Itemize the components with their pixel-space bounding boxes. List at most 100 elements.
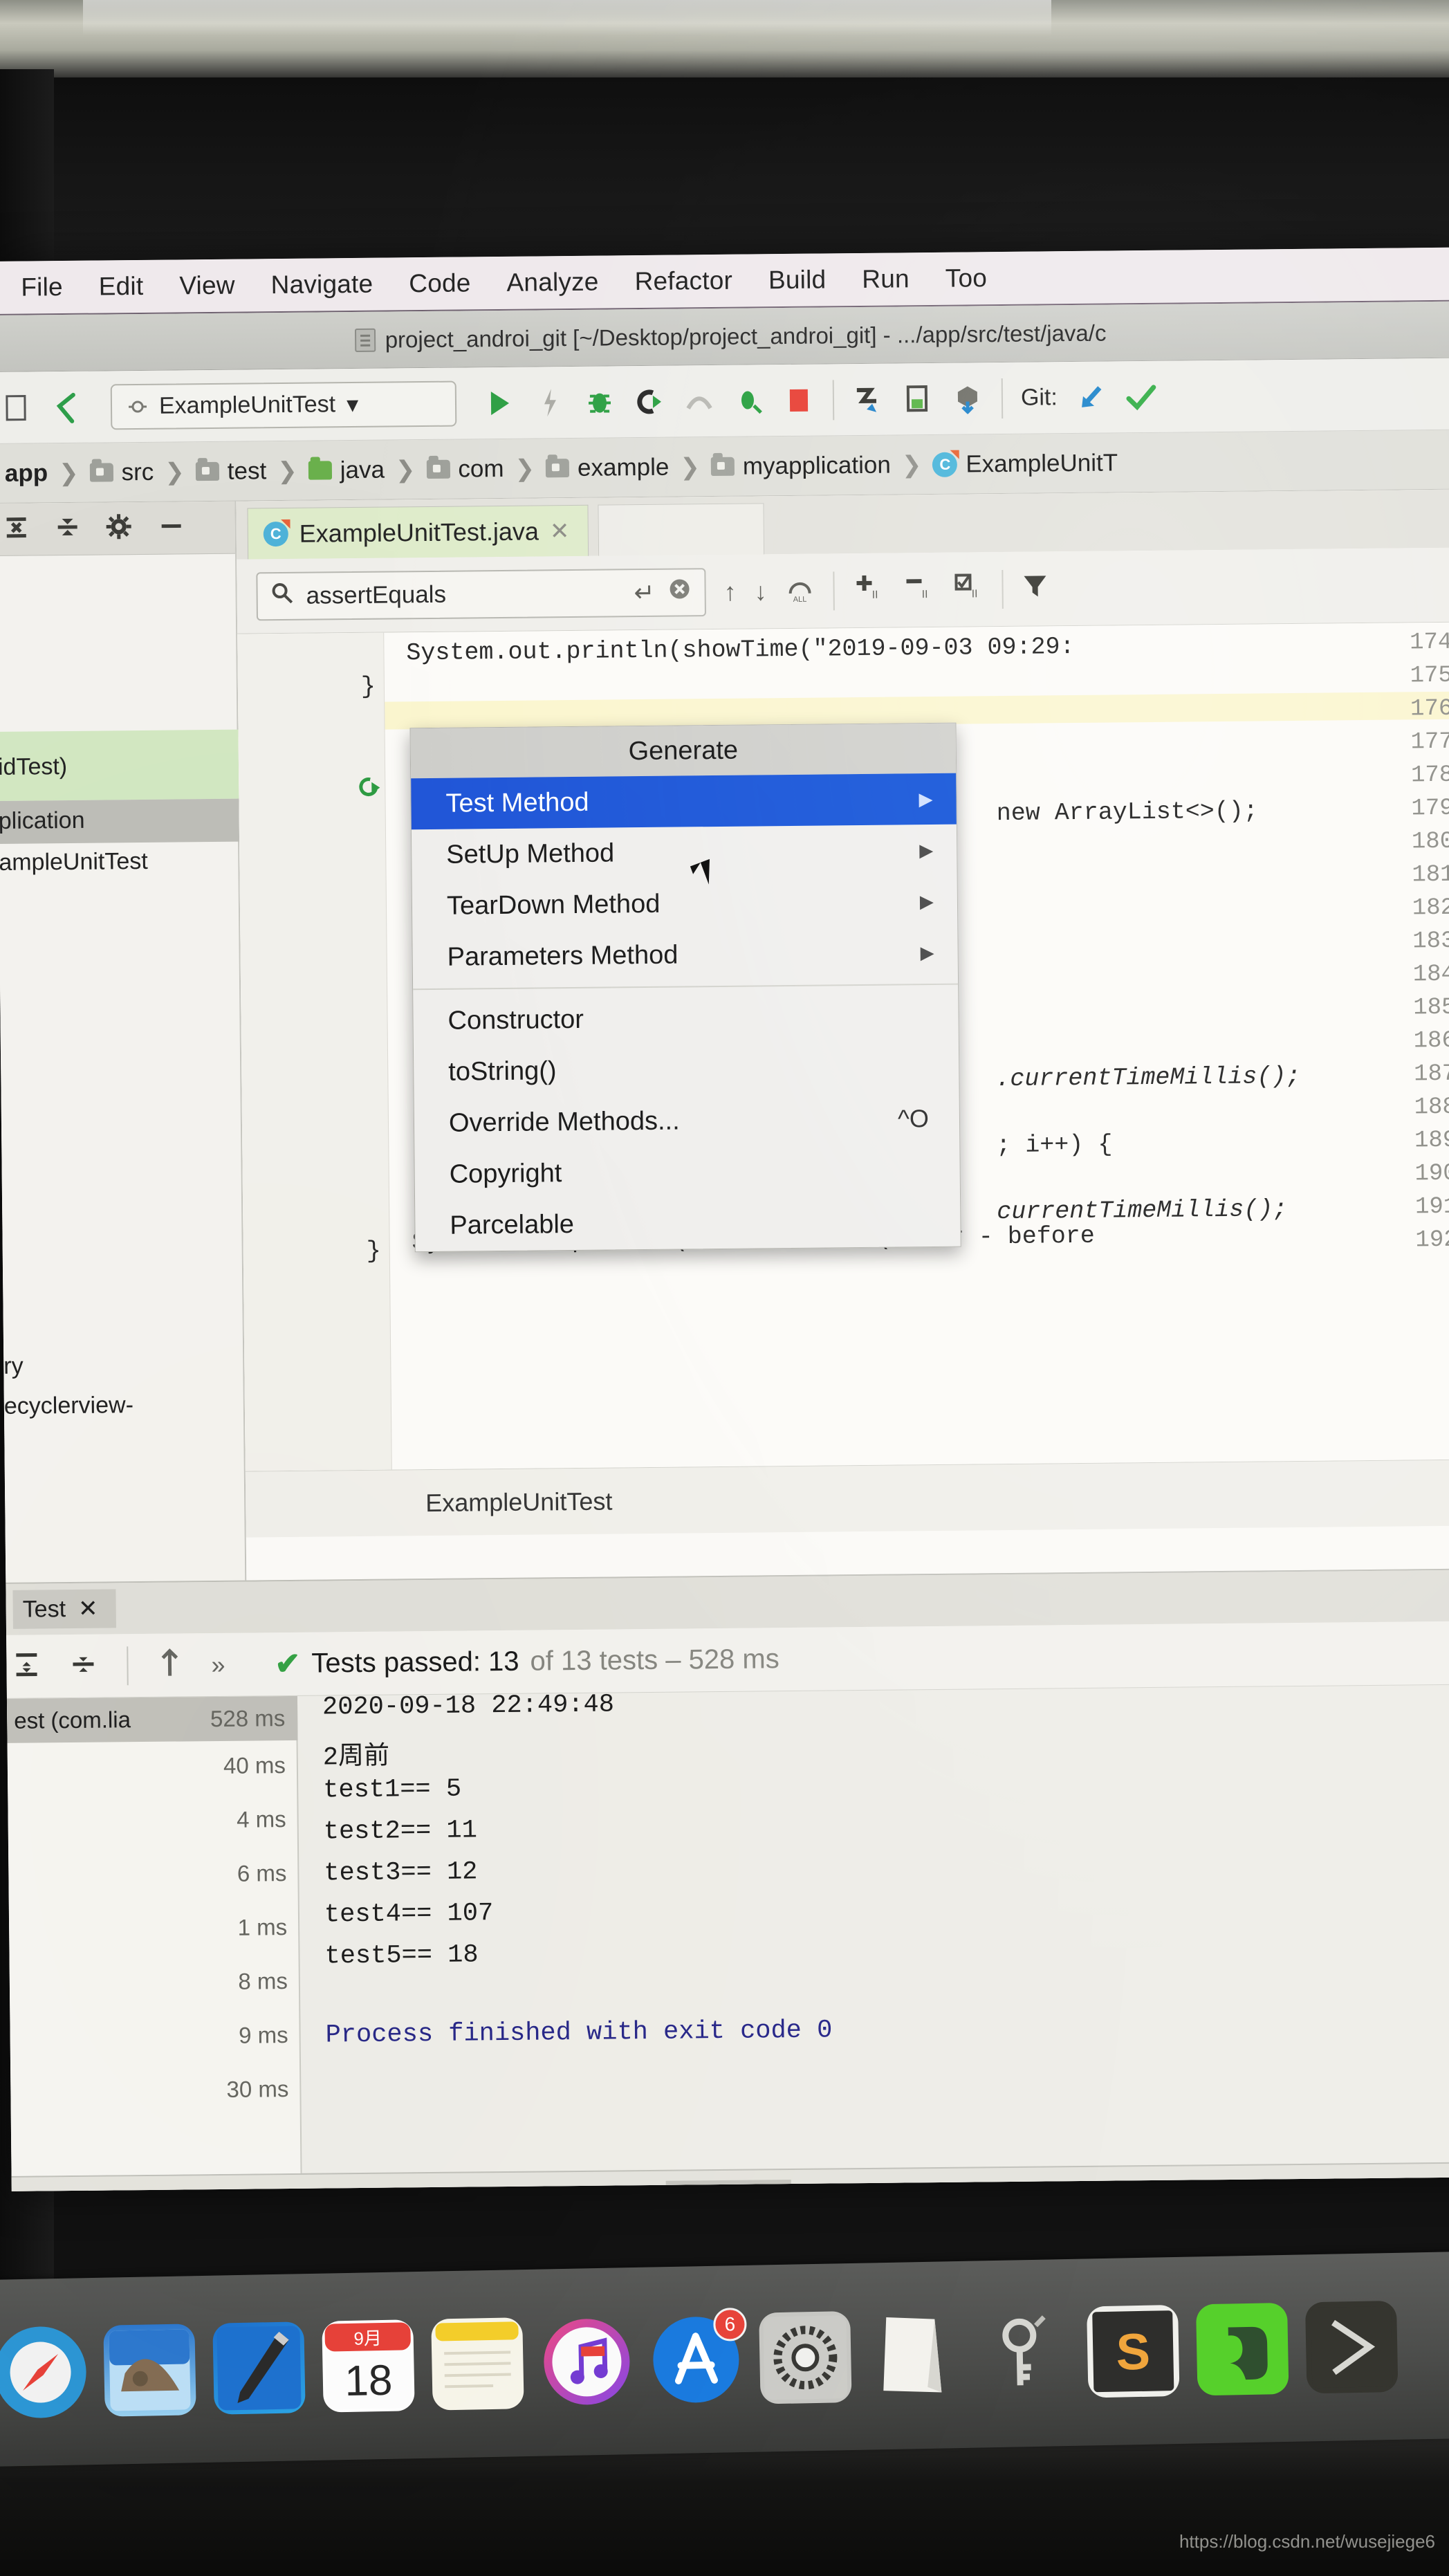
test-tree-row[interactable]: 8 ms (10, 1959, 301, 2006)
search-input[interactable]: assertEquals ↵ (256, 567, 706, 620)
menu-item-file[interactable]: File (21, 273, 63, 302)
avd-manager-icon[interactable] (902, 383, 934, 414)
menu-item-tostring[interactable]: toString() (414, 1042, 959, 1098)
line-number: 190 (1414, 1160, 1449, 1188)
breadcrumb-item-com[interactable]: com (421, 454, 510, 483)
tool-button-terminal[interactable]: Terminal (329, 2183, 476, 2191)
editor-tab-exampleunittest[interactable]: C ExampleUnitTest.java ✕ (247, 504, 589, 560)
menu-item-constructor[interactable]: Constructor (413, 991, 959, 1047)
dock-icon-photos[interactable] (103, 2324, 196, 2417)
test-tree-row[interactable]: 4 ms (8, 1797, 299, 1844)
apply-changes-icon[interactable] (534, 387, 566, 418)
breadcrumb-item-test[interactable]: test (190, 457, 273, 486)
stop-icon[interactable] (783, 384, 815, 416)
menu-item-copyright[interactable]: Copyright (414, 1144, 960, 1201)
dock-icon-evernote[interactable] (1196, 2302, 1289, 2396)
remove-occurrence-icon[interactable]: II (902, 571, 934, 608)
dock-icon-sublime-text[interactable]: S (1087, 2304, 1180, 2398)
open-file-icon[interactable] (1, 392, 33, 423)
menu-item-test-method[interactable]: Test Method ▶ (411, 773, 957, 830)
select-all-occurrences-icon[interactable]: ALL (784, 573, 815, 609)
menu-item-setup-method[interactable]: SetUp Method ▶ (412, 825, 957, 881)
dock-icon-preview[interactable] (868, 2309, 961, 2402)
menu-item-build[interactable]: Build (768, 265, 827, 295)
clear-search-icon[interactable] (667, 576, 692, 607)
run-coverage-icon[interactable] (634, 385, 665, 417)
menu-item-teardown-method[interactable]: TearDown Method ▶ (412, 876, 958, 932)
dock-icon-itunes[interactable] (540, 2315, 634, 2409)
menu-item-tools[interactable]: Too (945, 264, 988, 293)
menu-item-view[interactable]: View (179, 271, 235, 301)
collapse-all-icon[interactable] (70, 1650, 98, 1682)
more-options-icon[interactable]: » (211, 1650, 225, 1679)
dock-icon-notes[interactable] (431, 2317, 524, 2411)
close-icon[interactable]: ✕ (78, 1595, 98, 1623)
tool-button-todo[interactable]: TODO (163, 2186, 290, 2191)
line-number: 182 (1412, 894, 1449, 922)
dock-icon-safari[interactable] (0, 2326, 87, 2419)
menu-item-code[interactable]: Code (409, 268, 471, 298)
line-number: 176 (1410, 695, 1449, 723)
test-tree-row[interactable]: 30 ms (10, 2067, 302, 2114)
breadcrumb-item-myapplication[interactable]: myapplication (705, 451, 896, 481)
dock-icon-keychain[interactable] (977, 2307, 1071, 2400)
close-icon[interactable]: ✕ (550, 517, 570, 545)
sync-gradle-icon[interactable] (852, 383, 884, 415)
breadcrumb-item-example[interactable]: example (540, 453, 675, 482)
run-configuration-selector[interactable]: ExampleUnitTest ▾ (110, 380, 457, 430)
select-all-icon[interactable]: II (952, 571, 984, 607)
dock-icon-appstore[interactable]: 6 (649, 2307, 747, 2407)
menu-item-parcelable[interactable]: Parcelable (415, 1195, 961, 1252)
search-icon[interactable] (270, 581, 293, 611)
tool-button-run[interactable]: 4: Run (665, 2180, 792, 2191)
test-tree-row[interactable]: 40 ms (8, 1743, 299, 1790)
menu-item-navigate[interactable]: Navigate (270, 270, 373, 300)
breadcrumb-item-class[interactable]: C ExampleUnitT (927, 449, 1123, 479)
dock-icon-calendar[interactable]: 9月 18 (322, 2319, 415, 2413)
menu-item-edit[interactable]: Edit (99, 272, 144, 302)
test-tree-row[interactable]: est (com.lia 528 ms (6, 1695, 298, 1743)
filter-icon[interactable] (1021, 571, 1049, 605)
dock-icon-xcode[interactable] (212, 2321, 306, 2415)
code-canvas[interactable]: 174 175 176 177 178 179 180 181 182 183 … (237, 622, 1449, 1471)
run-test-gutter-icon[interactable] (355, 775, 380, 799)
find-previous-icon[interactable]: ↑ (723, 577, 736, 606)
menu-item-override-methods[interactable]: Override Methods... ^O (414, 1093, 960, 1150)
add-occurrence-icon[interactable]: II (852, 572, 885, 609)
menu-item-analyze[interactable]: Analyze (506, 268, 598, 297)
debug-icon[interactable] (584, 386, 616, 418)
git-commit-icon[interactable] (1125, 380, 1157, 412)
profile-icon[interactable] (683, 385, 715, 416)
attach-debugger-icon[interactable] (733, 385, 765, 416)
breadcrumb-label: app (4, 459, 48, 487)
line-number: 189 (1414, 1127, 1449, 1154)
back-arrow-icon[interactable] (51, 391, 83, 423)
test-tree-row[interactable]: 6 ms (8, 1851, 299, 1898)
enter-icon[interactable]: ↵ (634, 578, 655, 607)
breadcrumb-item-src[interactable]: src (84, 458, 159, 486)
menu-item-refactor[interactable]: Refactor (634, 266, 732, 296)
generate-popup-menu[interactable]: Generate Test Method ▶ SetUp Method ▶ Te… (409, 722, 961, 1253)
chevron-down-icon[interactable]: ▾ (347, 390, 358, 418)
expand-collapse-icon[interactable] (53, 513, 81, 544)
run-tab-test[interactable]: Test ✕ (12, 1589, 116, 1629)
find-next-icon[interactable]: ↓ (754, 577, 766, 606)
tool-button-logcat[interactable]: : Logcat (16, 2187, 125, 2191)
dock-icon-other-app[interactable] (1304, 2300, 1399, 2394)
expand-all-icon[interactable] (13, 1650, 41, 1682)
sdk-manager-icon[interactable] (952, 383, 984, 414)
tool-button-build[interactable]: Build (515, 2180, 628, 2191)
breadcrumb-item-app[interactable]: app (0, 459, 53, 488)
menu-item-run[interactable]: Run (862, 264, 910, 294)
hide-icon[interactable] (156, 512, 186, 543)
menu-item-parameters-method[interactable]: Parameters Method ▶ (412, 927, 958, 984)
scroll-up-icon[interactable] (157, 1648, 182, 1682)
dock-icon-system-preferences[interactable] (759, 2311, 852, 2404)
test-tree-row[interactable]: 1 ms (9, 1905, 300, 1952)
git-update-icon[interactable] (1076, 381, 1107, 413)
run-icon[interactable] (484, 387, 516, 418)
test-tree-row[interactable]: 9 ms (10, 2013, 301, 2060)
collapse-all-icon[interactable] (3, 514, 30, 545)
breadcrumb-item-java[interactable]: java (303, 456, 391, 484)
gear-icon[interactable] (104, 513, 132, 544)
